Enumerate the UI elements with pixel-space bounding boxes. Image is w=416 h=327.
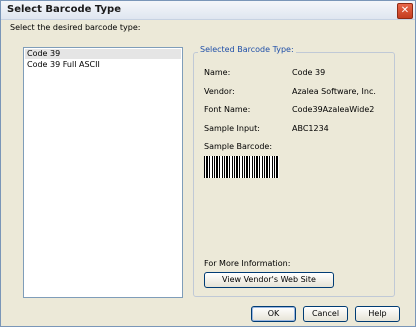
- vendor-value: Azalea Software, Inc.: [292, 87, 376, 96]
- vendor-label: Vendor:: [204, 87, 235, 96]
- dialog-window: Select Barcode Type ✕ Select the desired…: [0, 0, 416, 327]
- sample-barcode-image: [204, 156, 279, 178]
- name-label: Name:: [204, 68, 231, 77]
- font-name-label: Font Name:: [204, 105, 251, 114]
- sample-input-label: Sample Input:: [204, 124, 260, 133]
- name-value: Code 39: [292, 68, 326, 77]
- sample-input-value: ABC1234: [292, 124, 329, 133]
- title-bar[interactable]: Select Barcode Type ✕: [1, 1, 415, 20]
- group-caption: Selected Barcode Type:: [198, 45, 296, 54]
- help-button[interactable]: Help: [355, 306, 400, 322]
- font-name-value: Code39AzaleaWide2: [292, 105, 375, 114]
- more-info-label: For More Information:: [204, 259, 291, 268]
- ok-button[interactable]: OK: [251, 306, 296, 322]
- prompt-label: Select the desired barcode type:: [10, 23, 141, 32]
- close-icon[interactable]: ✕: [397, 3, 413, 19]
- sample-barcode-label: Sample Barcode:: [204, 142, 273, 151]
- list-item-code39[interactable]: Code 39: [25, 49, 181, 59]
- cancel-button[interactable]: Cancel: [303, 306, 348, 322]
- list-item-code39-full-ascii[interactable]: Code 39 Full ASCII: [25, 60, 181, 70]
- barcode-type-list[interactable]: Code 39 Code 39 Full ASCII: [23, 47, 183, 298]
- dialog-title: Select Barcode Type: [7, 4, 121, 15]
- view-vendor-website-button[interactable]: View Vendor's Web Site: [204, 272, 334, 288]
